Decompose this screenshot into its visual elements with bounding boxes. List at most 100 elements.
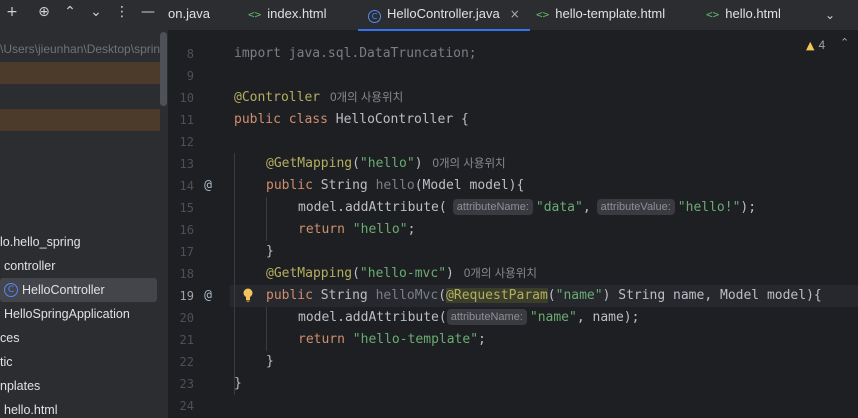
project-tool-window: + ⊕ ⌃ ⌄ ⋮ — \Users\jieunhan\Desktop\spri… — [0, 0, 168, 418]
code-line-20: model.addAttribute(attributeName: "name",… — [298, 307, 639, 329]
code-text: , name); — [576, 310, 640, 325]
keyword: return — [298, 332, 345, 347]
tab-on-java[interactable]: on.java — [168, 0, 210, 29]
code-text: String — [312, 288, 376, 303]
tree-item-label: HelloController — [22, 283, 105, 297]
keyword: public — [234, 112, 281, 127]
tree-item-resources[interactable]: ces — [0, 326, 168, 350]
line-number: 10 — [179, 91, 194, 105]
line-number: 14 — [179, 179, 194, 193]
code-text: model.addAttribute( — [298, 200, 447, 215]
collapse-all-icon[interactable]: ⌄ — [86, 2, 106, 22]
options-icon[interactable]: ⋮ — [112, 2, 132, 22]
line-number: 13 — [179, 157, 194, 171]
code-text: ( — [547, 288, 556, 303]
code-editor[interactable]: ▲ 4 ⌃ import java.sql.DataTruncation; @Co… — [230, 31, 858, 418]
line-number: 11 — [179, 113, 194, 127]
tree-item-templates[interactable]: nplates — [0, 374, 168, 398]
annotation: @GetMapping — [266, 156, 353, 171]
chevron-down-icon[interactable]: ⌄ — [820, 5, 840, 25]
close-icon[interactable]: × — [510, 7, 520, 21]
line-number: 18 — [179, 267, 194, 281]
code-text: } — [234, 376, 242, 391]
string-literal: "data" — [535, 200, 583, 215]
tree-item-hellocontroller[interactable]: C HelloController — [0, 278, 157, 302]
code-text: ( — [438, 288, 447, 303]
locate-file-icon[interactable]: ⊕ — [34, 2, 54, 22]
request-mapping-gutter-icon[interactable]: @ — [201, 285, 215, 307]
tree-item-hello-html[interactable]: hello.html — [0, 398, 168, 418]
annotation: @Controller — [234, 90, 321, 105]
string-literal: "name" — [555, 288, 603, 303]
usage-hint[interactable]: 0개의 사용위치 — [433, 158, 506, 170]
code-text: ( — [352, 266, 360, 281]
method-name: hello — [375, 178, 415, 193]
string-literal: "hello-template" — [352, 332, 479, 347]
code-line-23: } — [234, 373, 242, 395]
keyword: class — [288, 112, 328, 127]
code-text: String — [312, 178, 376, 193]
tab-label: index.html — [267, 6, 327, 21]
class-icon: C — [4, 283, 18, 297]
expand-all-icon[interactable]: ⌃ — [60, 2, 80, 22]
code-line-22: } — [266, 351, 274, 373]
code-text: ; — [407, 222, 416, 237]
tree-item-controller[interactable]: controller — [0, 254, 168, 278]
line-number: 22 — [179, 355, 194, 369]
code-line-14: public String hello(Model model){ — [266, 175, 524, 197]
string-literal: "hello" — [352, 222, 408, 237]
indent-guide — [234, 153, 235, 395]
lightbulb-icon[interactable] — [242, 288, 254, 302]
code-text: } — [266, 354, 274, 369]
tab-index-html[interactable]: <> index.html — [248, 0, 327, 29]
code-line-18: @GetMapping("hello-mvc") 0개의 사용위치 — [266, 263, 537, 285]
usage-hint[interactable]: 0개의 사용위치 — [464, 268, 537, 280]
tree-item-static[interactable]: tic — [0, 350, 168, 374]
line-number: 15 — [179, 201, 194, 215]
project-scrollbar[interactable] — [160, 32, 167, 106]
code-text: ) — [446, 266, 454, 281]
editor-tab-bar: on.java <> index.html C HelloController.ja… — [168, 0, 858, 31]
inspection-widget[interactable]: ▲ 4 — [806, 37, 825, 53]
tree-item-label: hello.html — [4, 403, 58, 417]
editor-gutter: 8 9 10 11 12 13 14 15 16 17 18 19 20 21 … — [168, 31, 230, 418]
code-line-15: model.addAttribute(attributeName: "data",… — [298, 197, 756, 219]
tree-item-package[interactable]: lo.hello_spring — [0, 230, 168, 254]
tab-label: on.java — [168, 6, 210, 21]
add-icon[interactable]: + — [2, 2, 22, 22]
code-line-8: import java.sql.DataTruncation; — [234, 43, 477, 65]
indent-guide — [266, 197, 267, 241]
code-text: HelloController { — [327, 112, 469, 127]
code-text: ); — [740, 200, 757, 215]
string-literal: "hello" — [359, 156, 415, 171]
code-text: ( — [352, 156, 360, 171]
parameter-hint: attributeName: — [452, 199, 533, 215]
code-line-13: @GetMapping("hello") 0개의 사용위치 — [266, 153, 506, 175]
keyword: public — [266, 178, 313, 193]
request-mapping-gutter-icon[interactable]: @ — [201, 175, 215, 197]
line-number: 8 — [186, 47, 194, 61]
tab-hellocontroller-java[interactable]: C HelloController.java × — [358, 0, 530, 31]
code-text: ) — [414, 156, 423, 171]
keyword: public — [266, 288, 313, 303]
tree-item-label: HelloSpringApplication — [4, 307, 130, 321]
project-path[interactable]: \Users\jieunhan\Desktop\spring — [0, 40, 168, 58]
string-literal: "name" — [529, 310, 577, 325]
warning-count: 4 — [818, 38, 826, 52]
tree-item-label: tic — [0, 355, 13, 369]
code-text: java.sql.DataTruncation; — [280, 46, 477, 61]
code-line-19: public String helloMvc(@RequestParam("na… — [266, 285, 822, 307]
parameter-hint: attributeName: — [446, 309, 527, 325]
hide-panel-icon[interactable]: — — [138, 2, 158, 22]
usage-hint[interactable]: 0개의 사용위치 — [330, 92, 403, 104]
code-text: ) String name, Model model){ — [602, 288, 822, 303]
chevron-up-icon[interactable]: ⌃ — [840, 36, 849, 49]
string-literal: "hello!" — [677, 200, 741, 215]
tree-item-label: controller — [4, 259, 56, 273]
tab-hello-template-html[interactable]: <> hello-template.html — [536, 0, 665, 29]
class-icon: C — [368, 10, 381, 23]
annotation: @GetMapping — [266, 266, 353, 281]
tab-hello-html[interactable]: <> hello.html — [706, 0, 781, 29]
code-line-17: } — [266, 241, 274, 263]
tree-item-hellospringapplication[interactable]: HelloSpringApplication — [0, 302, 168, 326]
